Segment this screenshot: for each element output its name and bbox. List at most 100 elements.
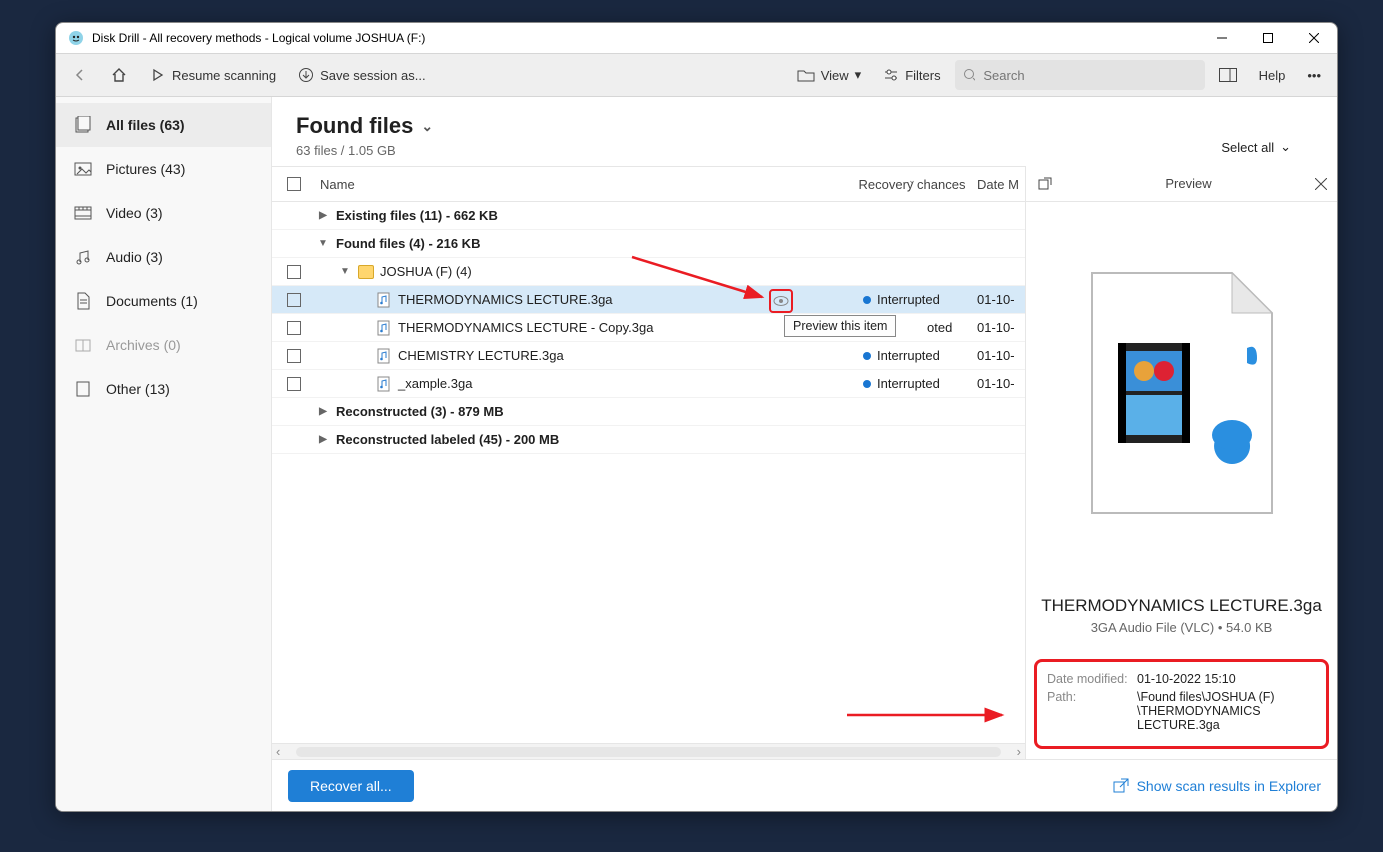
home-button[interactable] — [102, 59, 136, 91]
popout-icon[interactable] — [1038, 177, 1052, 191]
recover-all-button[interactable]: Recover all... — [288, 770, 414, 802]
sidebar-label: Other (13) — [106, 381, 170, 397]
sidebar-item-all-files[interactable]: All files (63) — [56, 103, 271, 147]
search-icon — [963, 68, 976, 82]
minimize-button[interactable] — [1199, 23, 1245, 53]
row-checkbox[interactable] — [287, 377, 301, 391]
save-session-button[interactable]: Save session as... — [290, 59, 434, 91]
preview-panel: Preview — [1025, 166, 1337, 759]
main-panel: Found files ⌄ 63 files / 1.05 GB Select … — [272, 97, 1337, 811]
folder-icon — [797, 68, 815, 82]
collapse-icon[interactable]: ▼ — [316, 238, 330, 249]
audio-file-icon — [376, 348, 392, 364]
folder-icon — [358, 265, 374, 279]
chevron-down-icon: ⌄ — [421, 118, 433, 135]
close-button[interactable] — [1291, 23, 1337, 53]
archives-icon — [74, 336, 92, 354]
sidebar-item-audio[interactable]: Audio (3) — [56, 235, 271, 279]
sidebar-item-documents[interactable]: Documents (1) — [56, 279, 271, 323]
video-icon — [74, 204, 92, 222]
documents-icon — [74, 292, 92, 310]
download-icon — [298, 67, 314, 83]
file-row-thermodynamics[interactable]: THERMODYNAMICS LECTURE.3ga Interrupted 0… — [272, 286, 1025, 314]
sidebar-item-pictures[interactable]: Pictures (43) — [56, 147, 271, 191]
file-row-xample[interactable]: _xample.3ga Interrupted 01-10- — [272, 370, 1025, 398]
select-all-button[interactable]: Select all ⌄ — [1221, 139, 1291, 155]
preview-fileinfo: 3GA Audio File (VLC) • 54.0 KB — [1040, 620, 1323, 635]
preview-thumbnail — [1026, 202, 1337, 584]
sidebar-item-archives[interactable]: Archives (0) — [56, 323, 271, 367]
tree-group-reconstructed-labeled[interactable]: ▶Reconstructed labeled (45) - 200 MB — [272, 426, 1025, 454]
help-button[interactable]: Help — [1251, 59, 1294, 91]
sidebar-label: Documents (1) — [106, 293, 198, 309]
pictures-icon — [74, 160, 92, 178]
column-date[interactable]: Date M — [977, 177, 1025, 192]
more-button[interactable]: ••• — [1299, 59, 1329, 91]
resume-scanning-button[interactable]: Resume scanning — [142, 59, 284, 91]
column-name[interactable]: Name — [316, 177, 847, 192]
column-recovery[interactable]: ⌄Recovery chances — [847, 177, 977, 192]
layout-toggle-button[interactable] — [1211, 59, 1245, 91]
file-row-chemistry[interactable]: CHEMISTRY LECTURE.3ga Interrupted 01-10- — [272, 342, 1025, 370]
file-row-thermodynamics-copy[interactable]: THERMODYNAMICS LECTURE - Copy.3ga oted 0… — [272, 314, 1025, 342]
table-header: Name ⌄Recovery chances Date M — [272, 166, 1025, 202]
expand-icon[interactable]: ▶ — [316, 434, 330, 445]
preview-tooltip: Preview this item — [784, 315, 896, 337]
explorer-label: Show scan results in Explorer — [1137, 778, 1321, 794]
tree-group-found[interactable]: ▼Found files (4) - 216 KB — [272, 230, 1025, 258]
chevron-down-icon: ⌄ — [1280, 139, 1291, 155]
tree-folder-joshua[interactable]: ▼JOSHUA (F) (4) — [272, 258, 1025, 286]
other-icon — [74, 380, 92, 398]
sliders-icon — [883, 67, 899, 83]
row-checkbox[interactable] — [287, 321, 301, 335]
sidebar-label: Video (3) — [106, 205, 163, 221]
external-link-icon — [1113, 778, 1129, 794]
window-title: Disk Drill - All recovery methods - Logi… — [92, 31, 425, 45]
audio-file-icon — [376, 292, 392, 308]
save-label: Save session as... — [320, 68, 426, 83]
app-icon — [68, 30, 84, 46]
resume-label: Resume scanning — [172, 68, 276, 83]
row-checkbox[interactable] — [287, 293, 301, 307]
audio-icon — [74, 248, 92, 266]
expand-icon[interactable]: ▶ — [316, 406, 330, 417]
maximize-button[interactable] — [1245, 23, 1291, 53]
view-dropdown[interactable]: View ▾ — [789, 59, 869, 91]
sidebar-label: Pictures (43) — [106, 161, 185, 177]
horizontal-scrollbar[interactable]: ‹› — [272, 743, 1025, 759]
sidebar-item-other[interactable]: Other (13) — [56, 367, 271, 411]
status-dot-icon — [863, 352, 871, 360]
preview-title: Preview — [1052, 176, 1325, 191]
row-checkbox[interactable] — [287, 349, 301, 363]
sidebar: All files (63) Pictures (43) Video (3) A… — [56, 97, 272, 811]
select-all-label: Select all — [1221, 140, 1274, 155]
play-icon — [150, 67, 166, 83]
filters-button[interactable]: Filters — [875, 59, 948, 91]
collapse-icon[interactable]: ▼ — [338, 266, 352, 277]
status-dot-icon — [863, 380, 871, 388]
select-all-checkbox[interactable] — [287, 177, 301, 191]
meta-value-path: \Found files\JOSHUA (F)\THERMODYNAMICS L… — [1137, 690, 1316, 732]
files-icon — [74, 116, 92, 134]
search-input[interactable] — [983, 68, 1196, 83]
meta-label-modified: Date modified: — [1047, 672, 1137, 686]
close-preview-button[interactable] — [1315, 178, 1327, 190]
file-tree: ▶Existing files (11) - 662 KB ▼Found fil… — [272, 202, 1025, 743]
dots-icon: ••• — [1307, 68, 1321, 83]
back-button[interactable] — [64, 59, 96, 91]
view-label: View — [821, 68, 849, 83]
titlebar: Disk Drill - All recovery methods - Logi… — [56, 23, 1337, 53]
row-checkbox[interactable] — [287, 265, 301, 279]
main-title[interactable]: Found files ⌄ — [296, 113, 433, 139]
help-label: Help — [1259, 68, 1286, 83]
sidebar-label: Audio (3) — [106, 249, 163, 265]
search-box[interactable] — [955, 60, 1205, 90]
status-dot-icon — [863, 296, 871, 304]
meta-value-modified: 01-10-2022 15:10 — [1137, 672, 1316, 686]
sidebar-item-video[interactable]: Video (3) — [56, 191, 271, 235]
expand-icon[interactable]: ▶ — [316, 210, 330, 221]
sort-indicator-icon: ⌄ — [908, 175, 916, 186]
tree-group-reconstructed[interactable]: ▶Reconstructed (3) - 879 MB — [272, 398, 1025, 426]
show-in-explorer-link[interactable]: Show scan results in Explorer — [1113, 778, 1321, 794]
tree-group-existing[interactable]: ▶Existing files (11) - 662 KB — [272, 202, 1025, 230]
